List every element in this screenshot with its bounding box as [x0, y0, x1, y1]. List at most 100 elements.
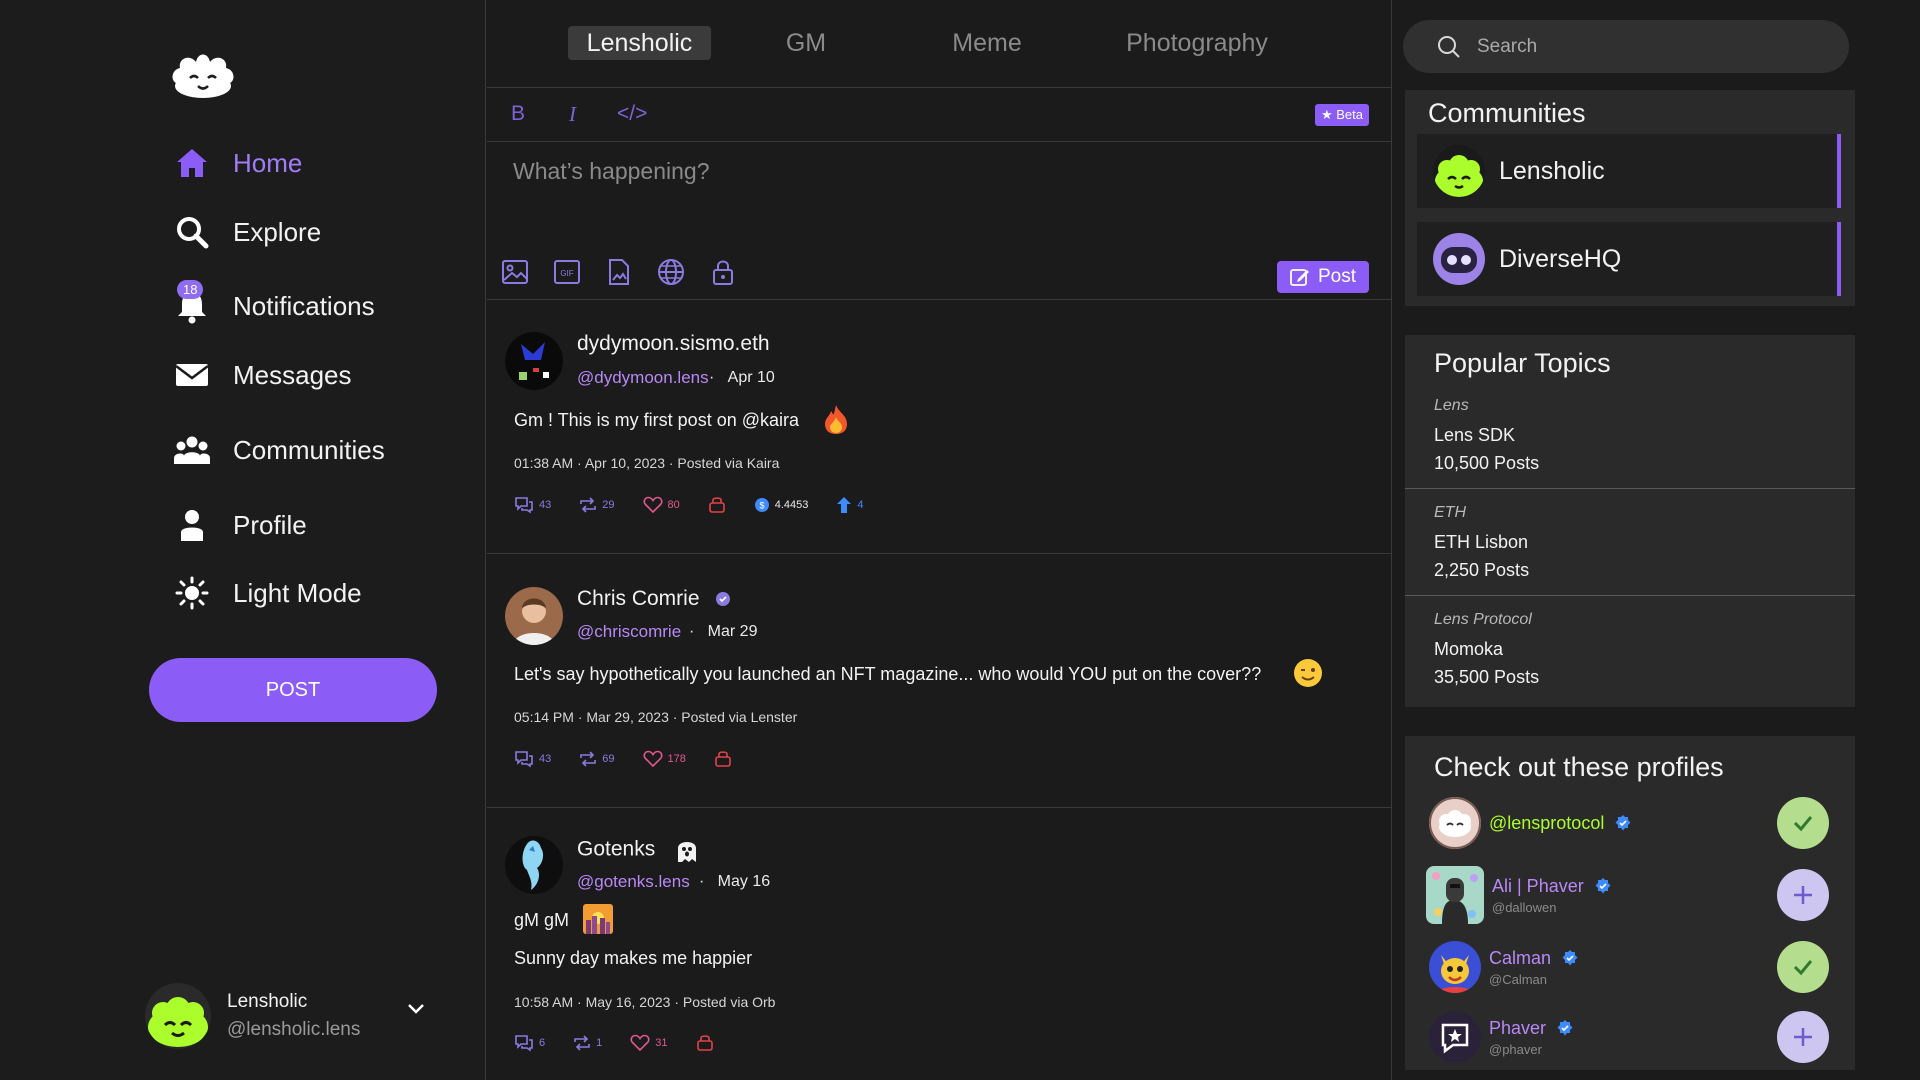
- comment-count: 43: [539, 753, 552, 765]
- gif-icon[interactable]: GIF: [553, 258, 583, 288]
- mirror-icon: [580, 751, 597, 767]
- post-text: gM gM: [514, 910, 570, 930]
- like-button[interactable]: 80: [642, 496, 680, 514]
- nav-explore-label: Explore: [233, 216, 322, 247]
- author-name[interactable]: dydymoon.sismo.eth: [577, 332, 770, 356]
- nav-profile[interactable]: Profile: [172, 500, 307, 550]
- follow-button[interactable]: [1777, 869, 1829, 921]
- comment-count: 6: [539, 1037, 546, 1049]
- collect-icon: [715, 751, 731, 767]
- plus-icon: [1794, 1028, 1812, 1046]
- mail-icon: [172, 355, 212, 395]
- nav-notifications[interactable]: 18 Notifications: [172, 280, 375, 331]
- communities-title: Communities: [1428, 98, 1586, 128]
- author-handle[interactable]: @gotenks.lens: [577, 872, 690, 892]
- topic-item[interactable]: ETH ETH Lisbon 2,250 Posts: [1405, 488, 1855, 595]
- file-image-icon[interactable]: [605, 258, 635, 288]
- topic-name: Momoka: [1434, 639, 1504, 659]
- heart-icon: [630, 1034, 650, 1052]
- lens-logo-icon[interactable]: [168, 50, 238, 100]
- composer-input[interactable]: What’s happening?: [513, 158, 710, 185]
- nav-messages[interactable]: Messages: [172, 350, 352, 400]
- tab-gm[interactable]: GM: [751, 26, 861, 60]
- verified-badge-icon: [1615, 815, 1631, 831]
- code-button[interactable]: </>: [617, 102, 647, 126]
- post-date-value: Mar 29: [707, 623, 758, 640]
- nav-home-label: Home: [233, 147, 303, 178]
- nav-explore[interactable]: Explore: [172, 207, 321, 257]
- post-actions: 6 1 31: [514, 1034, 742, 1052]
- following-button[interactable]: [1777, 797, 1829, 849]
- user-icon: [172, 505, 212, 545]
- author-handle[interactable]: @chriscomrie: [577, 622, 681, 642]
- following-button[interactable]: [1777, 941, 1829, 993]
- topic-category: Lens: [1434, 397, 1469, 414]
- chevron-down-icon[interactable]: [407, 1002, 425, 1020]
- post-card[interactable]: Chris Comrie @chriscomrie · Mar 29 Let's…: [487, 554, 1391, 808]
- lock-icon[interactable]: [709, 258, 739, 288]
- avatar[interactable]: [505, 332, 563, 390]
- like-button[interactable]: 178: [642, 750, 686, 768]
- community-item-lensholic[interactable]: Lensholic: [1417, 134, 1841, 208]
- post-text: Let's say hypothetically you launched an…: [514, 664, 1262, 684]
- post-meta: 10:58 AM · May 16, 2023 · Posted via Orb: [514, 994, 776, 1010]
- nav-home[interactable]: Home: [172, 138, 302, 188]
- comment-button[interactable]: 6: [514, 1034, 545, 1052]
- nav-communities[interactable]: Communities: [172, 425, 385, 475]
- collect-button[interactable]: [708, 496, 726, 514]
- mirror-count: 29: [602, 499, 615, 511]
- upvote-button[interactable]: 4: [836, 496, 864, 514]
- profile-suggestion[interactable]: Ali | Phaver @dallowen: [1426, 864, 1829, 926]
- comment-button[interactable]: 43: [514, 496, 551, 514]
- tab-meme[interactable]: Meme: [927, 26, 1047, 60]
- nav-light-mode-label: Light Mode: [233, 577, 362, 608]
- image-icon[interactable]: [501, 258, 531, 288]
- tip-button[interactable]: $ 4.4453: [754, 497, 808, 513]
- author-name[interactable]: Chris Comrie: [577, 587, 731, 611]
- post-card[interactable]: dydymoon.sismo.eth @dydymoon.lens · Apr …: [487, 300, 1391, 554]
- post-card[interactable]: Gotenks @gotenks.lens · May 16 gM gM Sun…: [487, 808, 1391, 1080]
- avatar[interactable]: [505, 587, 563, 645]
- search-input[interactable]: [1477, 35, 1837, 58]
- avatar[interactable]: [505, 836, 563, 894]
- profile-suggestion[interactable]: @lensprotocol: [1429, 792, 1829, 854]
- community-item-diversehq[interactable]: DiverseHQ: [1417, 222, 1841, 296]
- post-button[interactable]: POST: [149, 658, 437, 722]
- tab-photography[interactable]: Photography: [1087, 26, 1307, 60]
- submit-post-button[interactable]: Post: [1277, 261, 1369, 293]
- topic-item[interactable]: Lens Lens SDK 10,500 Posts: [1405, 335, 1855, 488]
- profile-handle: @dallowen: [1492, 899, 1557, 915]
- author-name-text: Gotenks: [577, 837, 656, 861]
- mirror-button[interactable]: 69: [579, 750, 615, 768]
- avatar: [1429, 941, 1481, 993]
- comment-button[interactable]: 43: [514, 750, 551, 768]
- profile-suggestion[interactable]: Phaver @phaver: [1429, 1006, 1829, 1068]
- bold-button[interactable]: B: [511, 102, 525, 126]
- verified-badge-icon: [1595, 878, 1611, 894]
- italic-button[interactable]: I: [569, 102, 576, 127]
- author-name-text: Chris Comrie: [577, 587, 700, 610]
- collect-button[interactable]: [714, 750, 732, 768]
- left-sidebar: Home Explore 18 Notifications Messages C…: [0, 0, 486, 1080]
- like-button[interactable]: 31: [630, 1034, 668, 1052]
- mirror-button[interactable]: 29: [579, 496, 615, 514]
- beta-label: Beta: [1336, 107, 1363, 122]
- like-count: 31: [655, 1037, 668, 1049]
- follow-button[interactable]: [1777, 1011, 1829, 1063]
- topic-category: ETH: [1434, 504, 1466, 521]
- collect-button[interactable]: [696, 1034, 714, 1052]
- tab-lensholic[interactable]: Lensholic: [568, 26, 711, 60]
- author-name[interactable]: Gotenks: [577, 836, 701, 864]
- post-date-value: Apr 10: [727, 369, 775, 386]
- current-user-menu[interactable]: Lensholic @lensholic.lens: [145, 982, 445, 1050]
- mirror-button[interactable]: 1: [573, 1034, 602, 1052]
- nav-light-mode[interactable]: Light Mode: [172, 568, 362, 618]
- post-date: · Apr 10: [709, 369, 775, 386]
- post-date-value: May 16: [717, 873, 771, 890]
- topic-item[interactable]: Lens Protocol Momoka 35,500 Posts: [1405, 595, 1855, 707]
- profile-suggestion[interactable]: Calman @Calman: [1429, 936, 1829, 998]
- globe-icon[interactable]: [657, 258, 687, 288]
- author-handle[interactable]: @dydymoon.lens: [577, 368, 709, 388]
- post-date: · Mar 29: [689, 623, 758, 640]
- fire-emoji-icon: [821, 403, 851, 440]
